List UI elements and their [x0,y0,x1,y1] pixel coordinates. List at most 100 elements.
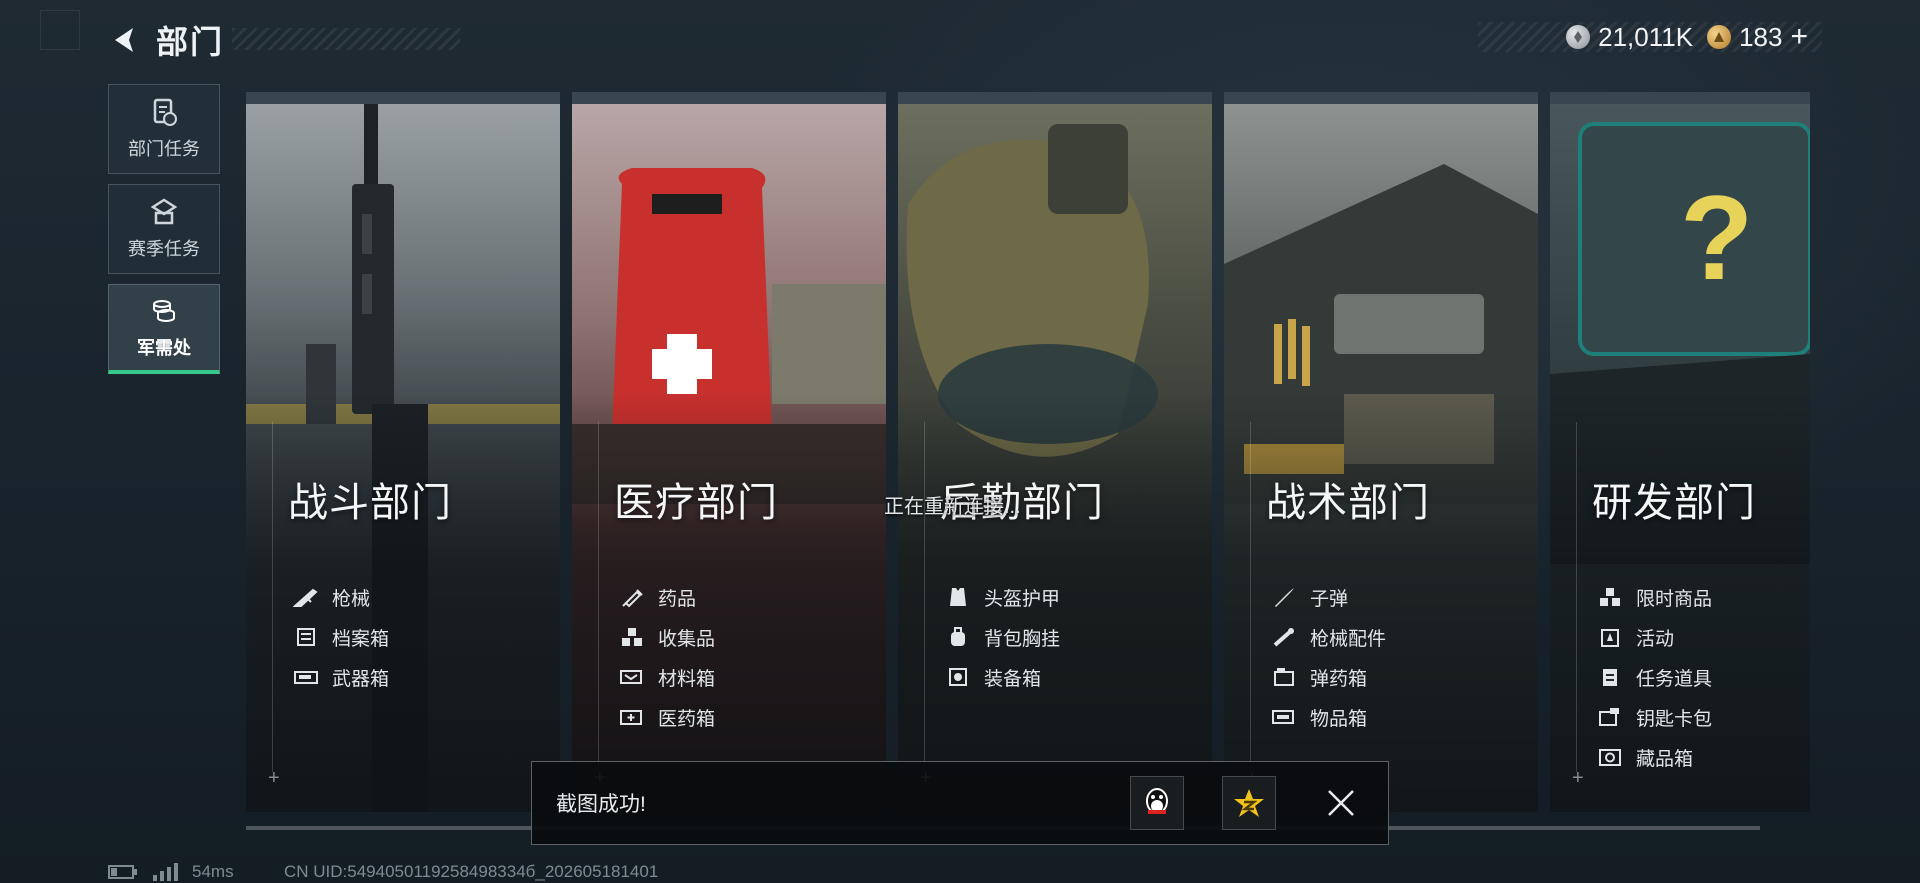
card-topbar [246,92,560,104]
category-label: 枪械配件 [1310,628,1387,650]
category-label: 活动 [1636,628,1675,650]
category-item[interactable]: 物品箱 [1270,697,1386,737]
category-item[interactable]: 枪械配件 [1270,617,1386,657]
status-bar: 54ms [108,862,234,882]
sidebar-item-quartermaster[interactable]: 军需处 [108,284,220,374]
category-list: 药品 收集品 材料箱 医药箱 [618,577,715,737]
material-box-icon [618,666,646,688]
page-header: 部门 [108,18,224,62]
sidebar-item-label: 军需处 [137,337,191,358]
share-qzone-button[interactable] [1222,776,1276,830]
card-line [924,422,925,772]
silver-coin-icon [1566,25,1591,49]
scope-icon [1270,626,1298,648]
category-label: 档案箱 [332,628,390,650]
category-item[interactable]: 头盔护甲 [944,577,1060,617]
category-item[interactable]: 活动 [1596,617,1712,657]
rifle-icon [292,586,320,608]
category-item[interactable]: 任务道具 [1596,657,1712,697]
department-card-combat[interactable]: 战斗部门 枪械 档案箱 武器箱 + [246,92,560,812]
category-label: 弹药箱 [1310,668,1368,690]
card-topbar [898,92,1212,104]
department-card-logistics[interactable]: 后勤部门 头盔护甲 背包胸挂 装备箱 + [898,92,1212,812]
department-card-tactical[interactable]: 战术部门 子弹 枪械配件 弹药箱 物品箱 + [1224,92,1538,812]
sidebar-item-season-missions[interactable]: 赛季任务 [108,184,220,274]
department-card-research[interactable]: ? 研发部门 限时商品 活动 任务道具 钥匙卡包 藏品箱 + [1550,92,1810,812]
title-stripe-decoration [232,28,460,50]
category-item[interactable]: 武器箱 [292,657,389,697]
category-label: 装备箱 [984,668,1042,690]
qzone-star-icon [1234,789,1264,817]
collectibles-icon [618,626,646,648]
event-icon [1596,626,1624,648]
category-label: 背包胸挂 [984,628,1061,650]
reconnecting-text: 正在重新连接... [884,496,1021,518]
category-item[interactable]: 药品 [618,577,715,617]
user-uid: CN UID:5494050119258498334б_202605181401 [284,862,659,881]
back-button[interactable] [108,23,142,57]
corner-decoration [40,10,80,50]
task-item-icon [1596,666,1624,688]
department-name: 战斗部门 [288,481,452,525]
category-item[interactable]: 档案箱 [292,617,389,657]
category-item[interactable]: 弹药箱 [1270,657,1386,697]
category-label: 材料箱 [658,668,716,690]
category-label: 头盔护甲 [984,588,1061,610]
category-label: 收集品 [658,628,716,650]
collection-box-icon [1596,746,1624,768]
category-label: 限时商品 [1636,588,1713,610]
close-toast-button[interactable] [1314,776,1368,830]
plus-decoration: + [1572,767,1584,789]
department-name: 战术部门 [1266,481,1430,525]
signal-icon [153,863,178,881]
ammo-box-icon [1270,666,1298,688]
armor-vest-icon [944,586,972,608]
category-item[interactable]: 钥匙卡包 [1596,697,1712,737]
sidebar: 部门任务 赛季任务 军需处 [108,84,220,384]
category-item[interactable]: 背包胸挂 [944,617,1060,657]
weapon-case-icon [292,666,320,688]
category-label: 药品 [658,588,697,610]
category-list: 枪械 档案箱 武器箱 [292,577,389,697]
backpack-icon [944,626,972,648]
card-line [598,422,599,772]
currency-bar: 21,011K 183 + [1478,20,1822,54]
category-item[interactable]: 收集品 [618,617,715,657]
sidebar-item-label: 部门任务 [128,139,200,159]
category-item[interactable]: 医药箱 [618,697,715,737]
sidebar-item-department-missions[interactable]: 部门任务 [108,84,220,174]
silver-currency: 21,011K [1566,22,1693,53]
category-label: 子弹 [1310,588,1349,610]
department-card-medical[interactable]: 医疗部门 药品 收集品 材料箱 医药箱 + [572,92,886,812]
page-title: 部门 [156,24,225,60]
file-box-icon [292,626,320,648]
card-line [1250,422,1251,772]
gold-currency: 183 + [1707,20,1808,54]
category-item[interactable]: 装备箱 [944,657,1060,697]
sidebar-item-label: 赛季任务 [128,239,200,259]
gold-amount: 183 [1739,21,1783,52]
category-item[interactable]: 子弹 [1270,577,1386,617]
gold-coin-icon [1707,25,1732,49]
back-arrow-icon [115,28,133,52]
battery-icon [108,865,137,879]
department-name: 研发部门 [1592,481,1756,525]
category-list: 头盔护甲 背包胸挂 装备箱 [944,577,1060,697]
department-cards: 战斗部门 枪械 档案箱 武器箱 + 医疗部门 药品 收集品 材料箱 医药箱 + … [246,92,1810,812]
document-clock-icon [153,98,177,126]
share-qq-button[interactable] [1130,776,1184,830]
category-item[interactable]: 藏品箱 [1596,737,1712,777]
category-item[interactable]: 枪械 [292,577,389,617]
svg-text:?: ? [1680,171,1753,305]
bullet-icon [1270,586,1298,608]
category-list: 限时商品 活动 任务道具 钥匙卡包 藏品箱 [1596,577,1712,777]
card-line [272,422,273,772]
coin-stack-icon [153,299,175,322]
category-item[interactable]: 材料箱 [618,657,715,697]
category-label: 物品箱 [1310,708,1368,730]
category-item[interactable]: 限时商品 [1596,577,1712,617]
add-currency-button[interactable]: + [1790,20,1808,54]
medical-box-icon [618,706,646,728]
department-name: 医疗部门 [614,481,778,525]
equipment-box-icon [944,666,972,688]
